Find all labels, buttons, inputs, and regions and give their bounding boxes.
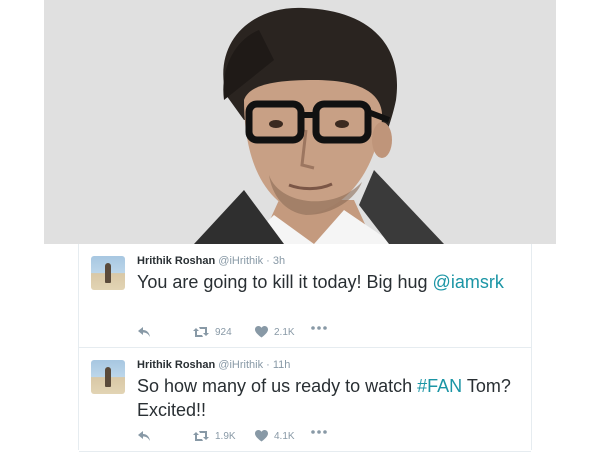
retweet-icon xyxy=(193,431,209,441)
reply-button[interactable] xyxy=(137,326,151,338)
like-count: 2.1K xyxy=(274,326,295,338)
tweet-text-body: So how many of us ready to watch xyxy=(137,376,418,396)
avatar[interactable] xyxy=(91,360,125,394)
hashtag-link[interactable]: #FAN xyxy=(417,376,462,396)
user-handle[interactable]: @iHrithik xyxy=(218,359,263,371)
tweet-list: Hrithik Roshan @iHrithik · 3h You are go… xyxy=(78,244,532,452)
portrait-photo xyxy=(44,0,556,244)
reply-button[interactable] xyxy=(137,430,151,442)
timestamp[interactable]: 3h xyxy=(273,255,285,267)
tweet-header: Hrithik Roshan @iHrithik · 11h xyxy=(137,359,290,371)
heart-icon xyxy=(255,430,268,442)
retweet-button[interactable]: 924 xyxy=(193,326,232,338)
retweet-button[interactable]: 1.9K xyxy=(193,430,236,442)
tweet-text: You are going to kill it today! Big hug … xyxy=(137,270,517,294)
tweet-item[interactable]: Hrithik Roshan @iHrithik · 11h So how ma… xyxy=(79,348,531,452)
tweet-actions: 1.9K 4.1K xyxy=(137,430,437,446)
tweet-text: So how many of us ready to watch #FAN To… xyxy=(137,374,517,422)
timestamp[interactable]: 11h xyxy=(273,359,291,371)
tweet-actions: 924 2.1K xyxy=(137,326,437,342)
retweet-icon xyxy=(193,327,209,337)
separator: · xyxy=(266,359,270,371)
retweet-count: 924 xyxy=(215,326,232,338)
more-icon xyxy=(311,326,327,330)
mention-link[interactable]: @iamsrk xyxy=(433,272,504,292)
tweet-header: Hrithik Roshan @iHrithik · 3h xyxy=(137,255,285,267)
user-name[interactable]: Hrithik Roshan xyxy=(137,255,215,267)
retweet-count: 1.9K xyxy=(215,430,236,442)
like-button[interactable]: 2.1K xyxy=(255,326,295,338)
avatar-figure xyxy=(105,367,111,387)
heart-icon xyxy=(255,326,268,338)
tweet-text-body: You are going to kill it today! Big hug xyxy=(137,272,433,292)
more-icon xyxy=(311,430,327,434)
avatar[interactable] xyxy=(91,256,125,290)
more-button[interactable] xyxy=(311,326,327,330)
more-button[interactable] xyxy=(311,430,327,434)
like-count: 4.1K xyxy=(274,430,295,442)
tweet-item[interactable]: Hrithik Roshan @iHrithik · 3h You are go… xyxy=(79,244,531,348)
right-margin xyxy=(556,0,600,450)
user-name[interactable]: Hrithik Roshan xyxy=(137,359,215,371)
avatar-figure xyxy=(105,263,111,283)
reply-icon xyxy=(138,431,150,441)
reply-icon xyxy=(138,327,150,337)
separator: · xyxy=(266,255,270,267)
left-margin xyxy=(0,0,44,450)
like-button[interactable]: 4.1K xyxy=(255,430,295,442)
user-handle[interactable]: @iHrithik xyxy=(218,255,263,267)
